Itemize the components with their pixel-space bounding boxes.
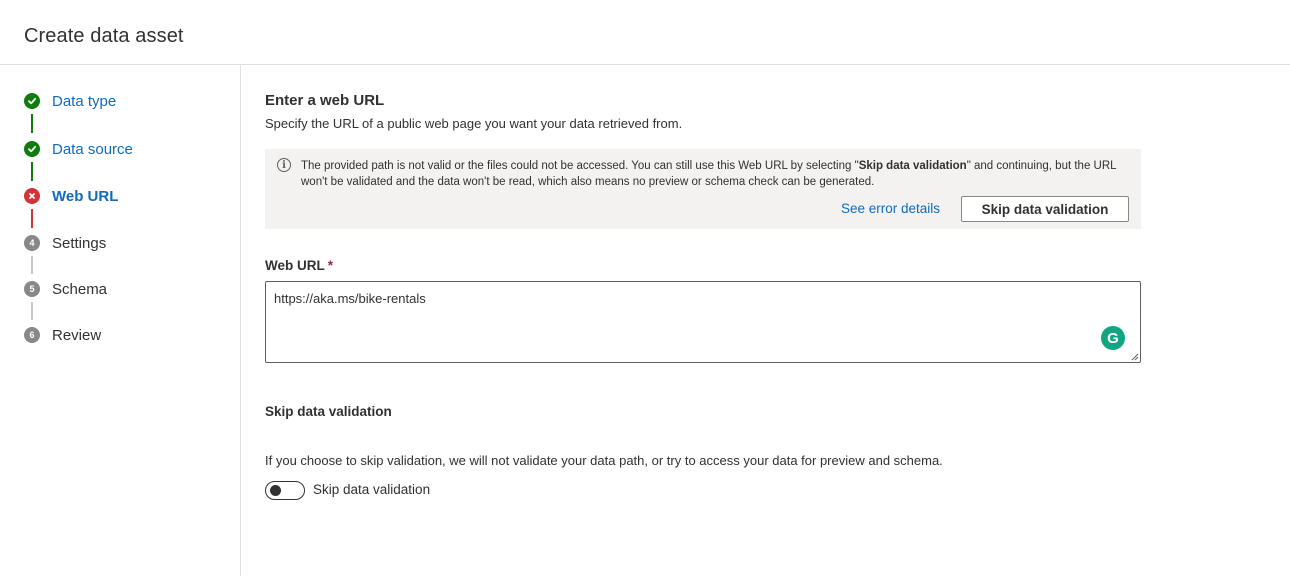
section-title: Enter a web URL (265, 92, 385, 109)
resize-handle-icon[interactable] (1131, 353, 1139, 361)
checkmark-icon (24, 93, 40, 109)
web-url-label: Web URL * (265, 258, 334, 273)
step-label: Review (52, 326, 102, 344)
error-icon (24, 188, 40, 204)
step-data-type[interactable]: Data type (24, 91, 116, 111)
skip-validation-heading: Skip data validation (265, 404, 392, 419)
step-label: Schema (52, 280, 108, 298)
info-icon: i (277, 158, 291, 172)
step-connector (31, 256, 33, 274)
web-url-value: https://aka.ms/bike-rentals (274, 291, 426, 306)
step-review[interactable]: 6 Review (24, 325, 101, 345)
required-asterisk: * (327, 258, 334, 273)
see-error-details-link[interactable]: See error details (841, 201, 940, 216)
step-settings[interactable]: 4 Settings (24, 233, 106, 253)
page-header: Create data asset (0, 0, 1290, 65)
step-number-badge: 6 (24, 327, 40, 343)
step-label: Data type (52, 92, 117, 110)
toggle-knob (270, 485, 281, 496)
step-label: Data source (52, 140, 133, 158)
web-url-input[interactable]: https://aka.ms/bike-rentals G (265, 281, 1141, 363)
skip-data-validation-button[interactable]: Skip data validation (961, 196, 1129, 222)
checkmark-icon (24, 141, 40, 157)
step-data-source[interactable]: Data source (24, 139, 133, 159)
step-number-badge: 4 (24, 235, 40, 251)
step-label: Settings (52, 234, 107, 252)
page-title: Create data asset (24, 25, 184, 47)
skip-validation-toggle[interactable] (265, 481, 305, 500)
section-description: Specify the URL of a public web page you… (265, 116, 683, 131)
banner-message: The provided path is not valid or the fi… (301, 160, 1117, 188)
validation-warning-banner: i The provided path is not valid or the … (265, 149, 1141, 229)
step-connector (31, 114, 33, 133)
skip-validation-description: If you choose to skip validation, we wil… (265, 453, 943, 468)
step-schema[interactable]: 5 Schema (24, 279, 107, 299)
step-number-badge: 5 (24, 281, 40, 297)
step-web-url[interactable]: Web URL (24, 186, 118, 206)
step-connector (31, 302, 33, 320)
step-connector (31, 162, 33, 181)
grammarly-icon[interactable]: G (1099, 324, 1127, 352)
step-connector (31, 209, 33, 228)
step-label: Web URL (52, 187, 119, 205)
skip-validation-toggle-label[interactable]: Skip data validation (313, 482, 430, 497)
